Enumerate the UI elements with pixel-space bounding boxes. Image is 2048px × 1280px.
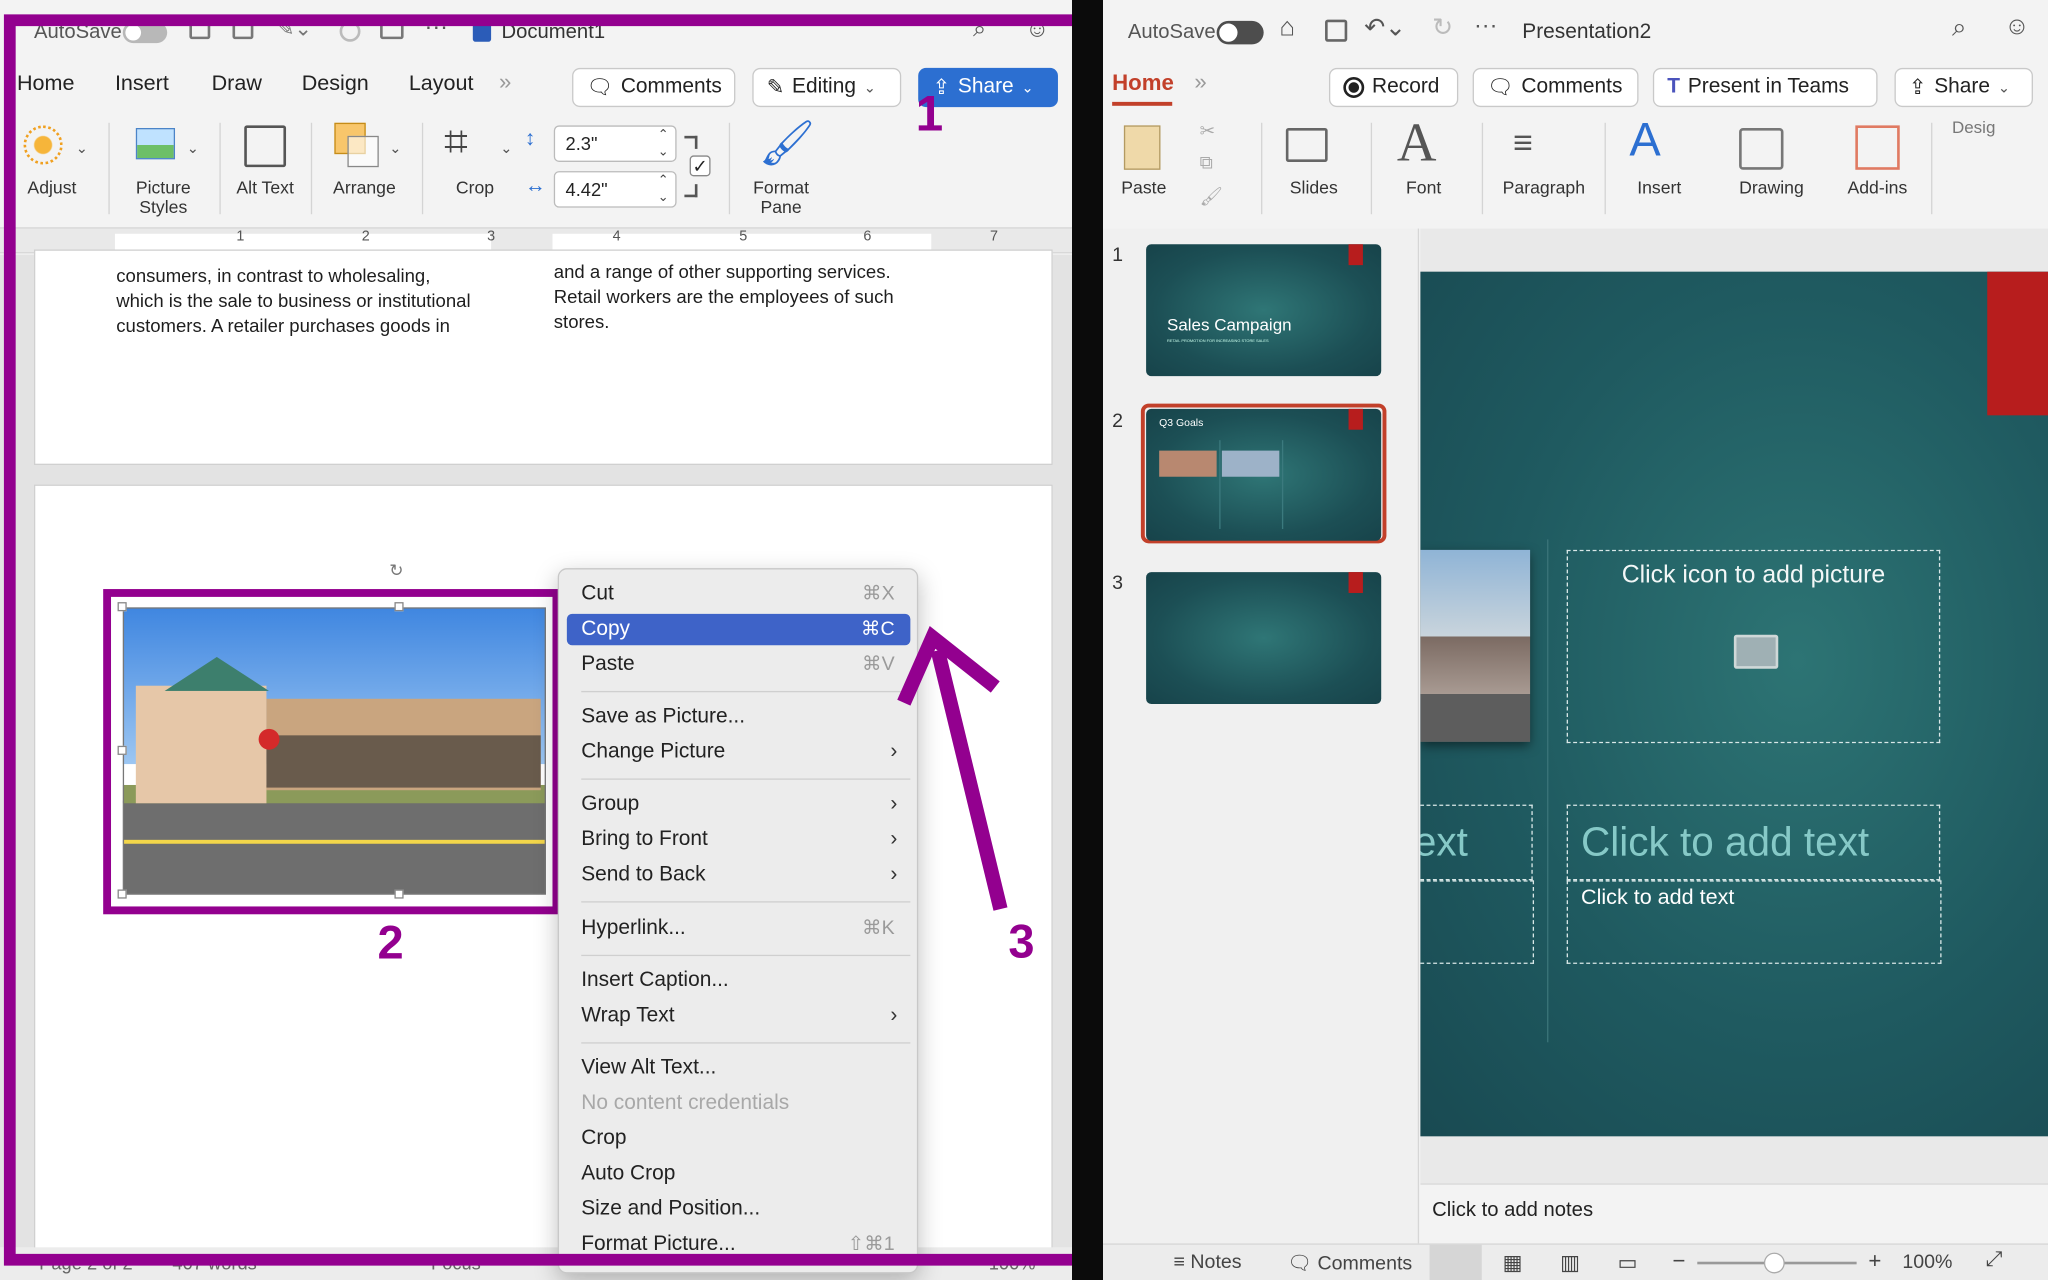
redo-icon[interactable]: ↻ xyxy=(1432,13,1453,43)
thumb-title: Q3 Goals xyxy=(1159,416,1204,429)
font-label[interactable]: Font xyxy=(1406,178,1441,198)
text-placeholder-title[interactable]: Click to add text xyxy=(1566,804,1941,881)
save-icon[interactable] xyxy=(1325,19,1348,42)
account-icon[interactable]: ☺ xyxy=(2004,13,2029,42)
tab-underline xyxy=(1112,101,1173,106)
paste-icon[interactable] xyxy=(1123,125,1161,170)
teams-icon: T xyxy=(1667,75,1681,98)
slides-label[interactable]: Slides xyxy=(1290,178,1338,198)
more-icon[interactable]: ··· xyxy=(1474,12,1497,39)
slide-number: 2 xyxy=(1112,410,1124,433)
picture-placeholder[interactable]: Click icon to add picture xyxy=(1566,549,1941,744)
add-ins-label[interactable]: Add-ins xyxy=(1847,178,1907,198)
insert-label[interactable]: Insert xyxy=(1637,178,1681,198)
slide-thumbnail-2[interactable]: Q3 Goals xyxy=(1146,408,1382,541)
slide-thumbnails-pane xyxy=(1103,228,1420,1244)
status-comments-button[interactable]: 🗨 Comments xyxy=(1287,1251,1412,1275)
zoom-level[interactable]: 100% xyxy=(1902,1251,1952,1273)
powerpoint-window: AutoSave ⌂ ↶⌄ ↻ ··· Presentation2 ⌕ ☺ Ho… xyxy=(1103,0,2048,1280)
zoom-in-button[interactable]: + xyxy=(1868,1249,1881,1275)
thumb-divider xyxy=(1281,440,1284,529)
current-slide[interactable]: Click icon to add picture ext Click to a… xyxy=(1420,271,2048,1137)
paste-label[interactable]: Paste xyxy=(1121,178,1166,198)
share-icon: ⇪ xyxy=(1908,77,1927,100)
text-placeholder-left[interactable]: ext xyxy=(1420,804,1533,881)
comments-button[interactable]: 🗨 Comments xyxy=(1472,67,1639,108)
record-icon xyxy=(1343,77,1365,98)
paragraph-icon[interactable]: ≡ xyxy=(1513,123,1533,163)
slide-number: 1 xyxy=(1112,244,1124,267)
ppt-status-bar: ≡ Notes 🗨 Comments ▦ ▥ ▭ − + 100% ⤢ xyxy=(1103,1243,2048,1280)
zoom-out-button[interactable]: − xyxy=(1672,1249,1685,1275)
annotation-number-1: 1 xyxy=(915,87,944,143)
slides-icon[interactable] xyxy=(1285,127,1328,162)
thumb-picture xyxy=(1159,450,1217,477)
presentation-title[interactable]: Presentation2 xyxy=(1522,21,1651,45)
autosave-toggle[interactable] xyxy=(1216,20,1264,45)
normal-view-button[interactable] xyxy=(1429,1244,1482,1280)
slide-store-picture[interactable] xyxy=(1420,549,1531,742)
more-tabs-icon[interactable]: » xyxy=(1194,69,1206,95)
insert-picture-icon[interactable] xyxy=(1733,634,1779,669)
notes-pane[interactable]: Click to add notes xyxy=(1420,1183,2048,1244)
present-in-teams-button[interactable]: T Present in Teams xyxy=(1652,67,1878,108)
slide-sorter-icon[interactable]: ▦ xyxy=(1503,1250,1523,1276)
reading-view-icon[interactable]: ▥ xyxy=(1560,1250,1580,1276)
drawing-label[interactable]: Drawing xyxy=(1739,178,1804,198)
record-button[interactable]: Record xyxy=(1328,67,1459,108)
search-icon[interactable]: ⌕ xyxy=(1952,13,1967,43)
tab-home[interactable]: Home xyxy=(1112,71,1174,97)
slideshow-icon[interactable]: ▭ xyxy=(1618,1250,1638,1276)
slide-number: 3 xyxy=(1112,572,1124,595)
window-divider[interactable] xyxy=(1072,0,1103,1280)
comment-icon: 🗨 xyxy=(1486,77,1514,100)
thumb-title: Sales Campaign xyxy=(1166,314,1292,335)
slide-accent-bar xyxy=(1987,271,2048,416)
drawing-icon[interactable] xyxy=(1739,127,1784,170)
slide-thumbnail-3[interactable] xyxy=(1146,572,1382,704)
insert-icon[interactable]: A xyxy=(1629,112,1660,167)
thumb-divider xyxy=(1219,440,1221,529)
undo-icon[interactable]: ↶⌄ xyxy=(1364,13,1406,43)
slide-column-divider xyxy=(1547,539,1549,1043)
text-placeholder-body[interactable]: Click to add text xyxy=(1566,880,1942,964)
home-ribbon: Paste ✂ ⧉ 🖌 Slides A Font ≡ Paragraph A … xyxy=(1103,112,2048,224)
chevron-down-icon: ⌄ xyxy=(1997,80,2010,96)
copy-icon[interactable]: ⧉ xyxy=(1200,152,1213,174)
fit-to-window-icon[interactable]: ⤢ xyxy=(1986,1249,2003,1273)
notes-button[interactable]: ≡ Notes xyxy=(1174,1251,1242,1273)
slide-thumbnail-1[interactable]: Sales Campaign RETAIL PROMOTION FOR INCR… xyxy=(1146,244,1382,377)
autosave-label: AutoSave xyxy=(1127,20,1216,44)
word-window: AutoSave ✎⌄ ··· Document1 ⌕ ☺ Home Inser… xyxy=(0,0,1072,1280)
designer-label[interactable]: Desig xyxy=(1952,118,1995,138)
paragraph-label[interactable]: Paragraph xyxy=(1503,178,1585,198)
annotation-frame-1 xyxy=(3,14,1072,1266)
home-icon[interactable]: ⌂ xyxy=(1279,13,1295,43)
notes-placeholder: Click to add notes xyxy=(1432,1199,1594,1222)
font-icon[interactable]: A xyxy=(1397,112,1437,175)
format-painter-icon[interactable]: 🖌 xyxy=(1200,185,1223,207)
cut-icon[interactable]: ✂ xyxy=(1200,120,1215,142)
thumb-subtitle: RETAIL PROMOTION FOR INCREASING STORE SA… xyxy=(1166,338,1269,344)
thumb-picture xyxy=(1221,450,1280,477)
share-button[interactable]: ⇪ Share ⌄ xyxy=(1894,67,2033,108)
zoom-slider-thumb[interactable] xyxy=(1763,1252,1785,1274)
text-placeholder-left-small[interactable] xyxy=(1420,880,1535,964)
add-ins-icon[interactable] xyxy=(1855,125,1900,170)
